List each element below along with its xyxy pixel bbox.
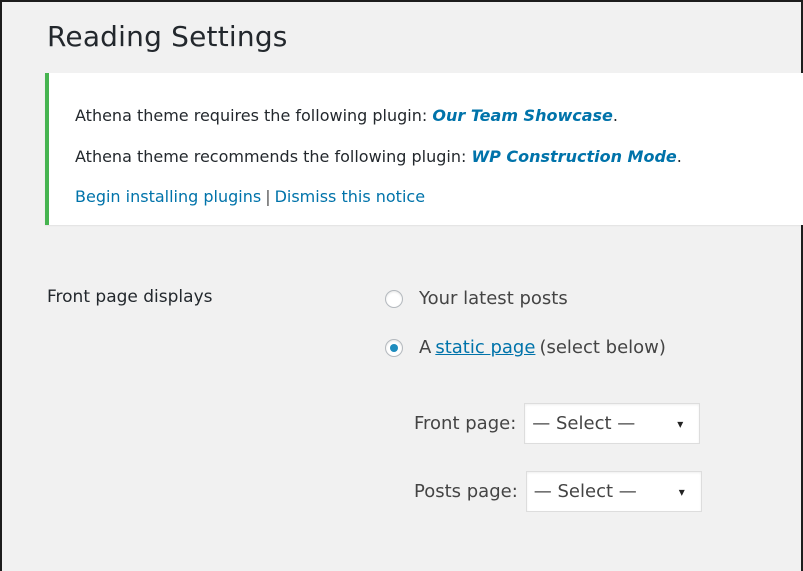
radio-static-page[interactable] [385,338,403,357]
begin-installing-plugins-link[interactable]: Begin installing plugins [75,187,261,206]
our-team-showcase-link[interactable]: Our Team Showcase [432,106,613,125]
front-page-row: Front page: — Select — ▾ [414,403,701,444]
posts-page-select-value: — Select — [533,481,637,502]
notice-requires-period: . [612,106,618,125]
static-page-link[interactable]: static page [435,337,535,358]
radio-latest-posts-label: Your latest posts [419,288,568,309]
posts-page-label: Posts page: [414,481,518,502]
dismiss-notice-link[interactable]: Dismiss this notice [275,187,425,206]
posts-page-select[interactable]: — Select — ▾ [525,471,702,512]
notice-recommends-period: . [676,147,682,166]
radio-latest-posts[interactable] [385,289,403,308]
front-page-select-value: — Select — [532,413,636,434]
notice-actions: Begin installing plugins | Dismiss this no… [75,187,425,206]
plugin-notice: Athena theme requires the following plug… [45,73,803,225]
chevron-down-icon: ▾ [678,484,685,499]
notice-separator: | [265,187,271,206]
front-page-select[interactable]: — Select — ▾ [524,403,701,444]
radio-option-static-page[interactable]: A static page (select below) [385,337,666,358]
notice-requires-line: Athena theme requires the following plug… [75,106,618,125]
radio-static-page-prefix: A [419,337,432,358]
notice-requires-text: Athena theme requires the following plug… [75,106,433,125]
front-page-label: Front page: [414,413,517,434]
wp-construction-mode-link[interactable]: WP Construction Mode [471,147,676,166]
notice-recommends-text: Athena theme recommends the following pl… [75,147,472,166]
front-page-displays-label: Front page displays [47,287,213,307]
notice-recommends-line: Athena theme recommends the following pl… [75,147,682,166]
radio-static-page-suffix: (select below) [539,337,666,358]
posts-page-row: Posts page: — Select — ▾ [414,471,702,512]
chevron-down-icon: ▾ [677,416,684,431]
radio-option-latest-posts[interactable]: Your latest posts [385,288,568,309]
settings-frame: Reading Settings Athena theme requires t… [0,0,803,571]
page-title: Reading Settings [47,20,288,53]
